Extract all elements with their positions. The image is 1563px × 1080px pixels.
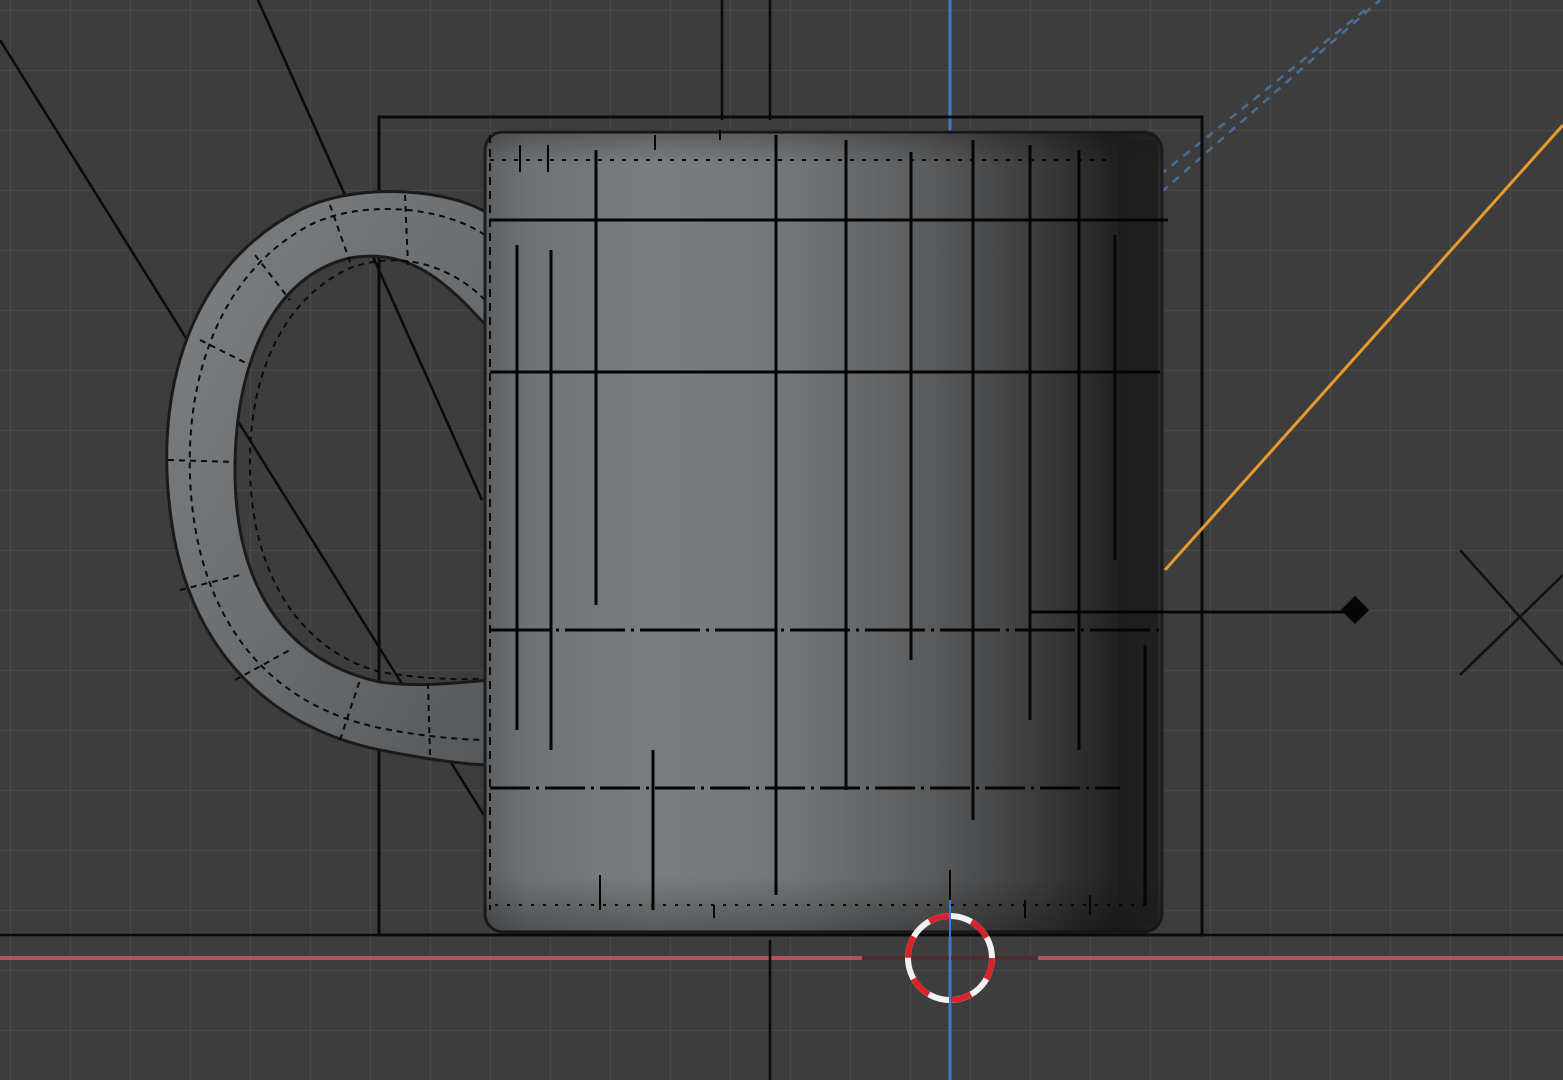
3d-viewport[interactable] <box>0 0 1563 1080</box>
mug-body[interactable] <box>483 130 1164 934</box>
viewport-canvas[interactable] <box>0 0 1563 1080</box>
